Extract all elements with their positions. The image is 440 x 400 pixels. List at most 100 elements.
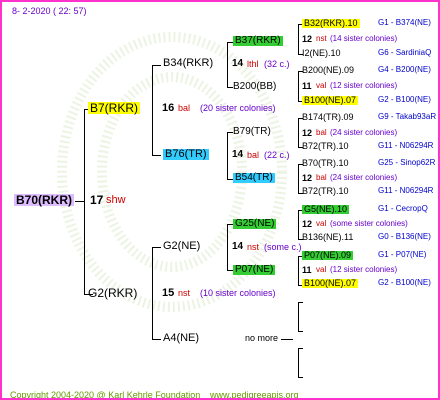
ff-name: B34(RKR) <box>163 57 214 69</box>
ancestor-code: G6 - SardiniaQ <box>378 48 432 57</box>
mother-note: (10 sister colonies) <box>200 288 276 298</box>
fm-note: (22 c.) <box>264 150 290 160</box>
connector-line <box>227 224 228 270</box>
connector-line <box>298 348 299 377</box>
ancestor-name: B200(NE).09 <box>302 65 355 75</box>
fm-place: bal <box>247 150 260 160</box>
connector-line <box>298 24 299 54</box>
ancestor-name: I2(NE).10 <box>302 48 341 58</box>
subject-name: B70(RKR) <box>14 193 75 207</box>
ancestor-place: nst <box>316 34 327 43</box>
ff-note: (32 c.) <box>264 59 290 69</box>
website[interactable]: www.pedigreeapis.org <box>210 390 299 398</box>
ancestor-code: G1 - CecropQ <box>378 204 428 213</box>
ancestor-name: B136(NE).11 <box>302 232 354 242</box>
ffm-name: B200(BB) <box>233 81 277 92</box>
connector-line <box>227 132 228 179</box>
connector-line <box>298 302 299 331</box>
ancestor-code: G1 - P07(NE) <box>378 250 427 259</box>
ancestor-code: G0 - B136(NE) <box>378 232 431 241</box>
father-place: bal <box>178 103 191 113</box>
ancestor-code: G11 - N06294R <box>378 141 434 150</box>
fmm-name: B54(TR) <box>233 172 275 183</box>
ancestor-code: G2 - B100(NE) <box>378 95 431 104</box>
ancestor-gen: 12 <box>302 173 313 183</box>
ancestor-note: (12 sister colonies) <box>330 265 398 274</box>
connector-line <box>281 339 293 340</box>
ancestor-place: bal <box>316 128 327 137</box>
ancestor-code: G9 - Takab93aR <box>378 112 437 121</box>
ancestor-place: val <box>316 219 327 228</box>
ancestor-name: B70(TR).10 <box>302 158 349 168</box>
ancestor-code: G25 - Sinop62R <box>378 158 436 167</box>
father-name: B7(RKR) <box>88 101 141 115</box>
ancestor-name: B72(TR).10 <box>302 141 349 151</box>
ancestor-gen: 12 <box>302 219 313 229</box>
ancestor-name: B32(RKR).10 <box>302 18 360 28</box>
connector-line <box>298 210 299 239</box>
mf-note: (some c.) <box>264 242 302 252</box>
connector-line <box>298 302 303 303</box>
ancestor-code: G11 - N06294R <box>378 186 434 195</box>
mm-note: no more <box>245 333 279 343</box>
connector-line <box>152 247 153 339</box>
mfm-name: P07(NE) <box>233 264 276 275</box>
connector-line <box>75 201 84 202</box>
father-note: (20 sister colonies) <box>200 103 276 113</box>
timestamp: 8- 2-2020 ( 22: 57) <box>12 6 87 16</box>
ancestor-code: G2 - B100(NE) <box>378 278 431 287</box>
connector-line <box>298 348 303 349</box>
ancestor-gen: 12 <box>302 128 313 138</box>
connector-line <box>298 118 299 147</box>
ancestor-note: (14 sister colonies) <box>330 34 398 43</box>
connector-line <box>152 65 161 66</box>
ancestor-note: (24 sister colonies) <box>330 173 398 182</box>
connector-line <box>152 155 161 156</box>
ff-place: lthl <box>247 59 259 69</box>
father-gen: 16 <box>162 102 175 114</box>
ancestor-name: P07(NE).09 <box>302 250 354 260</box>
mother-gen: 15 <box>162 287 175 299</box>
ancestor-note: (12 sister colonies) <box>330 81 398 90</box>
mf-gen: 14 <box>232 241 244 252</box>
ancestor-gen: 11 <box>302 265 312 275</box>
fm-gen: 14 <box>232 149 244 160</box>
connector-line <box>152 247 161 248</box>
connector-line <box>298 71 299 101</box>
copyright: Copyright 2004-2020 @ Karl Kehrle Founda… <box>10 390 201 400</box>
ff-gen: 14 <box>232 58 244 69</box>
ancestor-name: B72(TR).10 <box>302 186 349 196</box>
mm-name: A4(NE) <box>163 332 200 344</box>
mf-name: G2(NE) <box>163 240 201 252</box>
fmf-name: B79(TR) <box>233 126 271 137</box>
ancestor-note: (24 sister colonies) <box>330 128 398 137</box>
ancestor-gen: 11 <box>302 81 312 91</box>
ancestor-name: G5(NE).10 <box>302 204 350 214</box>
connector-line <box>84 109 85 294</box>
mother-place: nst <box>178 288 191 298</box>
connector-line <box>298 164 299 193</box>
ancestor-place: val <box>316 81 327 90</box>
ancestor-name: B100(NE).07 <box>302 278 359 288</box>
connector-line <box>227 42 228 87</box>
fff-name: B37(RKR) <box>233 35 283 46</box>
ancestor-place: val <box>316 265 327 274</box>
mf-place: nst <box>247 242 260 252</box>
ancestor-note: (some sister colonies) <box>330 219 408 228</box>
connector-line <box>152 339 161 340</box>
ancestor-code: G4 - B200(NE) <box>378 65 431 74</box>
connector-line <box>152 65 153 155</box>
ancestor-name: B100(NE).07 <box>302 95 359 105</box>
subject-gen: 17 <box>90 193 104 207</box>
mff-name: G25(NE) <box>233 218 277 229</box>
ancestor-gen: 12 <box>302 34 313 44</box>
connector-line <box>298 377 303 378</box>
subject-place: shw <box>106 194 126 206</box>
ancestor-name: B174(TR).09 <box>302 112 354 122</box>
ancestor-code: G1 - B374(NE) <box>378 18 431 27</box>
connector-line <box>298 256 299 285</box>
pedigree-diagram: 8- 2-2020 ( 22: 57) B70(RKR) 17 shw B7(RKR)… <box>0 0 440 400</box>
connector-line <box>298 331 303 332</box>
ancestor-place: bal <box>316 173 327 182</box>
mother-name: G2(RKR) <box>88 286 138 300</box>
